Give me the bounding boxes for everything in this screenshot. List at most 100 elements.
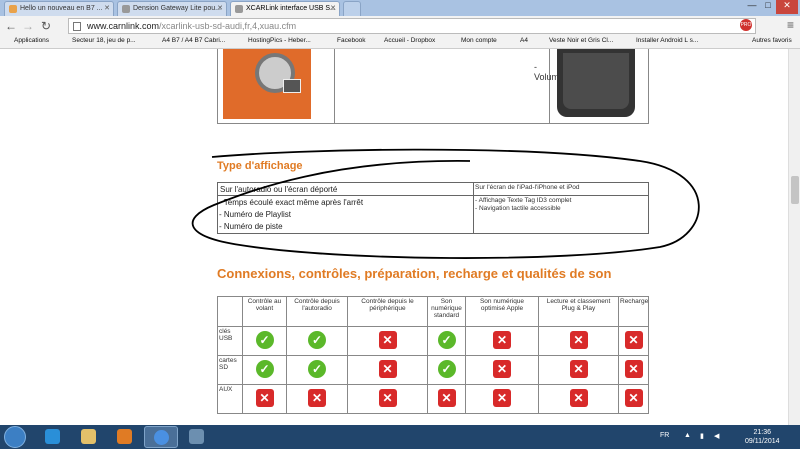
cross-icon: ✕	[624, 360, 643, 378]
volume-icon[interactable]: ◀	[714, 432, 719, 440]
scrollbar-thumb[interactable]	[791, 176, 799, 204]
bookmark-autres-favoris[interactable]: Autres favoris	[742, 37, 792, 44]
cross-icon: ✕	[437, 389, 456, 407]
row-label: cartes SD	[217, 355, 243, 385]
back-icon[interactable]: ←	[5, 19, 17, 33]
forward-icon[interactable]: →	[22, 19, 34, 33]
check-icon: ✓	[308, 360, 326, 378]
app-icon	[189, 429, 204, 444]
taskbar-media[interactable]	[108, 426, 142, 448]
table-cell: ✕	[427, 384, 466, 414]
taskbar-explorer[interactable]	[72, 426, 106, 448]
bookmark-applications[interactable]: Applications	[4, 37, 49, 44]
table-cell: ✕	[618, 355, 649, 385]
site-favicon-icon	[152, 38, 159, 45]
screen: Hello un nouveau en B7 ... ✕ Dension Gat…	[0, 0, 800, 449]
bookmark-facebook[interactable]: Facebook	[327, 37, 366, 44]
bookmark-label: Accueil - Dropbox	[384, 37, 436, 44]
bookmark-secteur18[interactable]: Secteur 18, jeu de p...	[62, 37, 136, 44]
tab-strip: Hello un nouveau en B7 ... ✕ Dension Gat…	[0, 0, 800, 16]
table-cell: ✕	[286, 384, 348, 414]
new-tab-button[interactable]	[343, 1, 361, 16]
windows-start-icon[interactable]	[4, 426, 26, 448]
tab-xcarlink[interactable]: XCARLink interface USB S... ✕	[230, 1, 340, 16]
column-header	[217, 296, 243, 327]
close-tab-icon[interactable]: ✕	[217, 4, 223, 12]
column-header: Contrôle depuis l'autoradio	[286, 296, 348, 327]
folder-icon	[510, 38, 517, 45]
table-cell: ✕	[465, 355, 539, 385]
folder-icon	[742, 38, 749, 45]
bookmark-a4[interactable]: A4	[510, 37, 528, 44]
check-icon: ✓	[437, 331, 456, 349]
column-header: Son numérique standard	[427, 296, 466, 327]
taskbar-chrome[interactable]	[144, 426, 178, 448]
bookmark-veste[interactable]: Veste Noir et Gris Cl...	[539, 37, 613, 44]
bookmark-mon-compte[interactable]: Mon compte	[451, 37, 497, 44]
tab-label: Hello un nouveau en B7 ...	[20, 5, 103, 12]
table-cell: ✓	[286, 355, 348, 385]
table-cell: ✓	[427, 355, 466, 385]
tab-dension[interactable]: Dension Gateway Lite pou... ✕	[117, 1, 227, 16]
system-clock[interactable]: 21:36 09/11/2014	[745, 428, 780, 446]
minimize-button[interactable]: —	[744, 0, 760, 14]
network-icon[interactable]: ▮	[700, 432, 704, 440]
tab-label: Dension Gateway Lite pou...	[133, 5, 221, 12]
bookmark-label: A4	[520, 37, 528, 44]
bookmark-label: Autres favoris	[752, 37, 792, 44]
column-header: Contrôle depuis le périphérique	[347, 296, 428, 327]
table-cell: ✓	[242, 355, 287, 385]
tab-forum[interactable]: Hello un nouveau en B7 ... ✕	[4, 1, 114, 16]
close-tab-icon[interactable]: ✕	[330, 4, 336, 12]
site-favicon-icon	[238, 38, 245, 45]
media-player-icon	[117, 429, 132, 444]
table-cell: ✕	[465, 384, 539, 414]
menu-icon[interactable]: ≡	[787, 18, 794, 32]
cross-icon: ✕	[378, 389, 397, 407]
address-bar[interactable]: www.carnlink.com/xcarlink-usb-sd-audi,fr…	[68, 18, 756, 34]
extension-icon[interactable]: PRO	[740, 19, 752, 31]
bookmark-android[interactable]: Installer Android L s...	[626, 37, 698, 44]
clock-date: 09/11/2014	[745, 438, 780, 445]
bookmark-hostingpics[interactable]: HostingPics - Heber...	[238, 37, 311, 44]
language-indicator[interactable]: FR	[660, 432, 669, 439]
check-icon: ✓	[255, 360, 274, 378]
cross-icon: ✕	[378, 331, 397, 349]
folder-icon	[81, 429, 96, 444]
maximize-button[interactable]: □	[760, 0, 776, 14]
row-label: clés USB	[217, 326, 243, 356]
connections-title: Connexions, contrôles, préparation, rech…	[217, 266, 612, 281]
tray-arrow-icon[interactable]: ▲	[684, 432, 691, 439]
table-cell: ✕	[347, 384, 428, 414]
bookmark-a4b7[interactable]: A4 B7 / A4 B7 Cabri...	[152, 37, 225, 44]
site-favicon-icon	[626, 38, 633, 45]
cross-icon: ✕	[624, 331, 643, 349]
close-window-button[interactable]: ✕	[776, 0, 798, 14]
reload-icon[interactable]: ↻	[41, 19, 51, 33]
chrome-icon	[154, 430, 169, 445]
cross-icon: ✕	[378, 360, 397, 378]
taskbar-app[interactable]	[180, 426, 214, 448]
table-cell: ✕	[242, 384, 287, 414]
table-cell: ✓	[286, 326, 348, 356]
url-path: /xcarlink-usb-sd-audi,fr,4,xuau.cfm	[159, 21, 297, 31]
site-favicon-icon	[451, 38, 458, 45]
table-cell: ✓	[427, 326, 466, 356]
bookmark-label: HostingPics - Heber...	[248, 37, 311, 44]
row-label: AUX	[217, 384, 243, 414]
vertical-scrollbar[interactable]	[788, 49, 800, 425]
bookmarks-bar: Applications Secteur 18, jeu de p... A4 …	[0, 36, 800, 49]
bookmark-label: Mon compte	[461, 37, 497, 44]
dropbox-icon	[374, 38, 381, 45]
bookmark-label: A4 B7 / A4 B7 Cabri...	[162, 37, 226, 44]
tab-label: XCARLink interface USB S...	[246, 5, 336, 12]
table-cell: ✕	[347, 326, 428, 356]
page-favicon-icon	[235, 5, 243, 13]
check-icon: ✓	[437, 360, 456, 378]
bookmark-label: Secteur 18, jeu de p...	[72, 37, 136, 44]
column-header: Contrôle au volant	[242, 296, 287, 327]
close-tab-icon[interactable]: ✕	[104, 4, 110, 12]
table-cell: ✕	[538, 384, 619, 414]
bookmark-dropbox[interactable]: Accueil - Dropbox	[374, 37, 435, 44]
taskbar-ie[interactable]	[36, 426, 70, 448]
